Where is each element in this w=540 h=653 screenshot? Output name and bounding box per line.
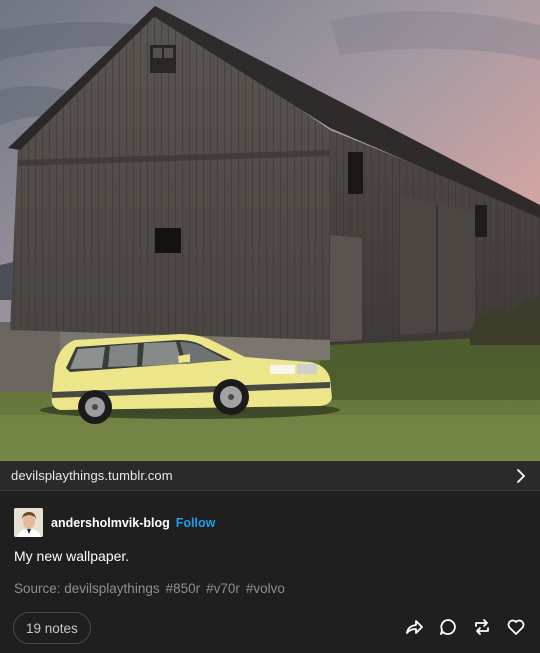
reply-icon[interactable] xyxy=(438,617,458,637)
heart-icon[interactable] xyxy=(506,617,526,637)
author-name[interactable]: andersholmvik-blog xyxy=(51,516,170,530)
source-label[interactable]: Source: devilsplaythings xyxy=(14,581,160,596)
post-actions xyxy=(404,617,526,637)
chevron-right-icon[interactable] xyxy=(514,468,528,483)
tag-v70r[interactable]: #v70r xyxy=(206,581,240,596)
reblog-icon[interactable] xyxy=(472,617,492,637)
tag-volvo[interactable]: #volvo xyxy=(246,581,285,596)
tag-850r[interactable]: #850r xyxy=(166,581,201,596)
source-and-tags: Source: devilsplaythings #850r #v70r #vo… xyxy=(14,581,285,596)
post-caption: My new wallpaper. xyxy=(14,548,130,564)
share-icon[interactable] xyxy=(404,617,424,637)
post-body: andersholmvik-blog Follow My new wallpap… xyxy=(0,491,540,653)
author-row: andersholmvik-blog Follow xyxy=(14,508,215,537)
post-photo[interactable] xyxy=(0,0,540,461)
avatar[interactable] xyxy=(14,508,43,537)
follow-button[interactable]: Follow xyxy=(176,516,216,530)
source-link-text[interactable]: devilsplaythings.tumblr.com xyxy=(11,468,173,483)
source-link-bar[interactable]: devilsplaythings.tumblr.com xyxy=(0,461,540,491)
notes-button[interactable]: 19 notes xyxy=(13,612,91,644)
